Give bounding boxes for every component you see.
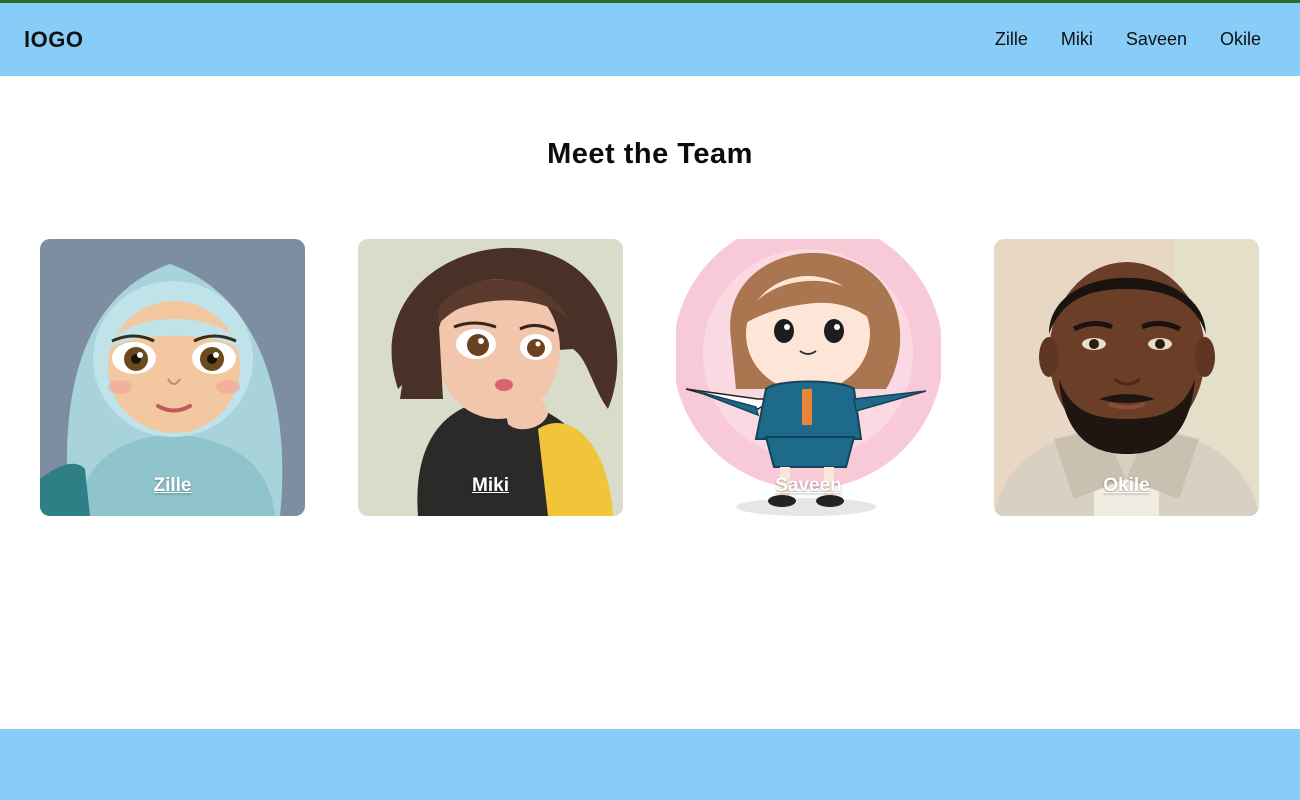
- nav-link-miki[interactable]: Miki: [1061, 29, 1093, 50]
- main-nav: Zille Miki Saveen Okile: [995, 29, 1261, 50]
- member-name[interactable]: Okile: [994, 475, 1259, 497]
- team-card-zille[interactable]: Zille: [40, 239, 305, 516]
- nav-link-okile[interactable]: Okile: [1220, 29, 1261, 50]
- nav-link-saveen[interactable]: Saveen: [1126, 29, 1187, 50]
- team-card-saveen[interactable]: Saveen: [676, 239, 941, 516]
- team-cards: Zille Miki Saveen Okile: [40, 239, 1260, 517]
- member-name[interactable]: Miki: [358, 475, 623, 497]
- member-name[interactable]: Saveen: [676, 475, 941, 497]
- team-card-okile[interactable]: Okile: [994, 239, 1259, 516]
- nav-link-zille[interactable]: Zille: [995, 29, 1028, 50]
- page-title: Meet the Team: [547, 138, 753, 170]
- site-header: lOGO Zille Miki Saveen Okile: [0, 3, 1300, 76]
- member-name[interactable]: Zille: [40, 475, 305, 497]
- site-footer: [0, 729, 1300, 800]
- logo[interactable]: lOGO: [24, 27, 83, 53]
- team-card-miki[interactable]: Miki: [358, 239, 623, 516]
